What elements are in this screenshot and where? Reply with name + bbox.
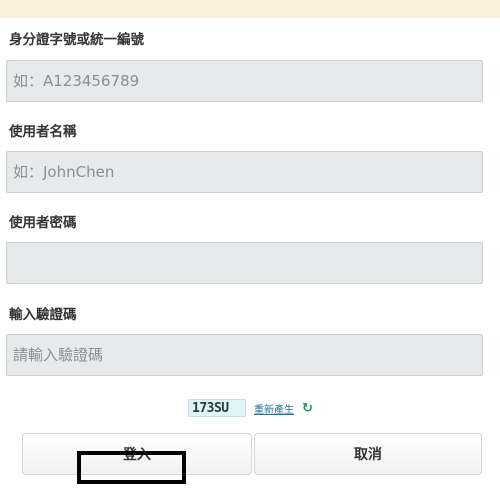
username-input[interactable]	[7, 152, 482, 192]
id-number-label: 身分證字號或統一編號	[9, 32, 144, 48]
username-label: 使用者名稱	[9, 124, 77, 140]
password-label: 使用者密碼	[9, 215, 77, 231]
captcha-row: 173SU 重新產生 ↻	[188, 398, 313, 418]
captcha-field-wrapper	[6, 334, 483, 376]
captcha-image: 173SU	[188, 399, 246, 417]
login-button[interactable]: 登入	[22, 433, 252, 475]
password-field-wrapper	[6, 242, 483, 284]
login-panel: 身分證字號或統一編號 使用者名稱 使用者密碼 輸入驗證碼 173SU 重新產生 …	[0, 18, 500, 500]
cancel-button[interactable]: 取消	[254, 433, 482, 475]
id-number-input[interactable]	[7, 61, 482, 101]
login-button-label: 登入	[123, 447, 151, 463]
username-field-wrapper	[6, 151, 483, 193]
password-input[interactable]	[7, 243, 482, 283]
refresh-icon[interactable]: ↻	[302, 401, 313, 416]
captcha-label: 輸入驗證碼	[9, 307, 77, 323]
cancel-button-label: 取消	[354, 447, 382, 463]
regenerate-captcha-link[interactable]: 重新產生	[254, 401, 294, 416]
id-number-field-wrapper	[6, 60, 483, 102]
captcha-input[interactable]	[7, 335, 482, 375]
